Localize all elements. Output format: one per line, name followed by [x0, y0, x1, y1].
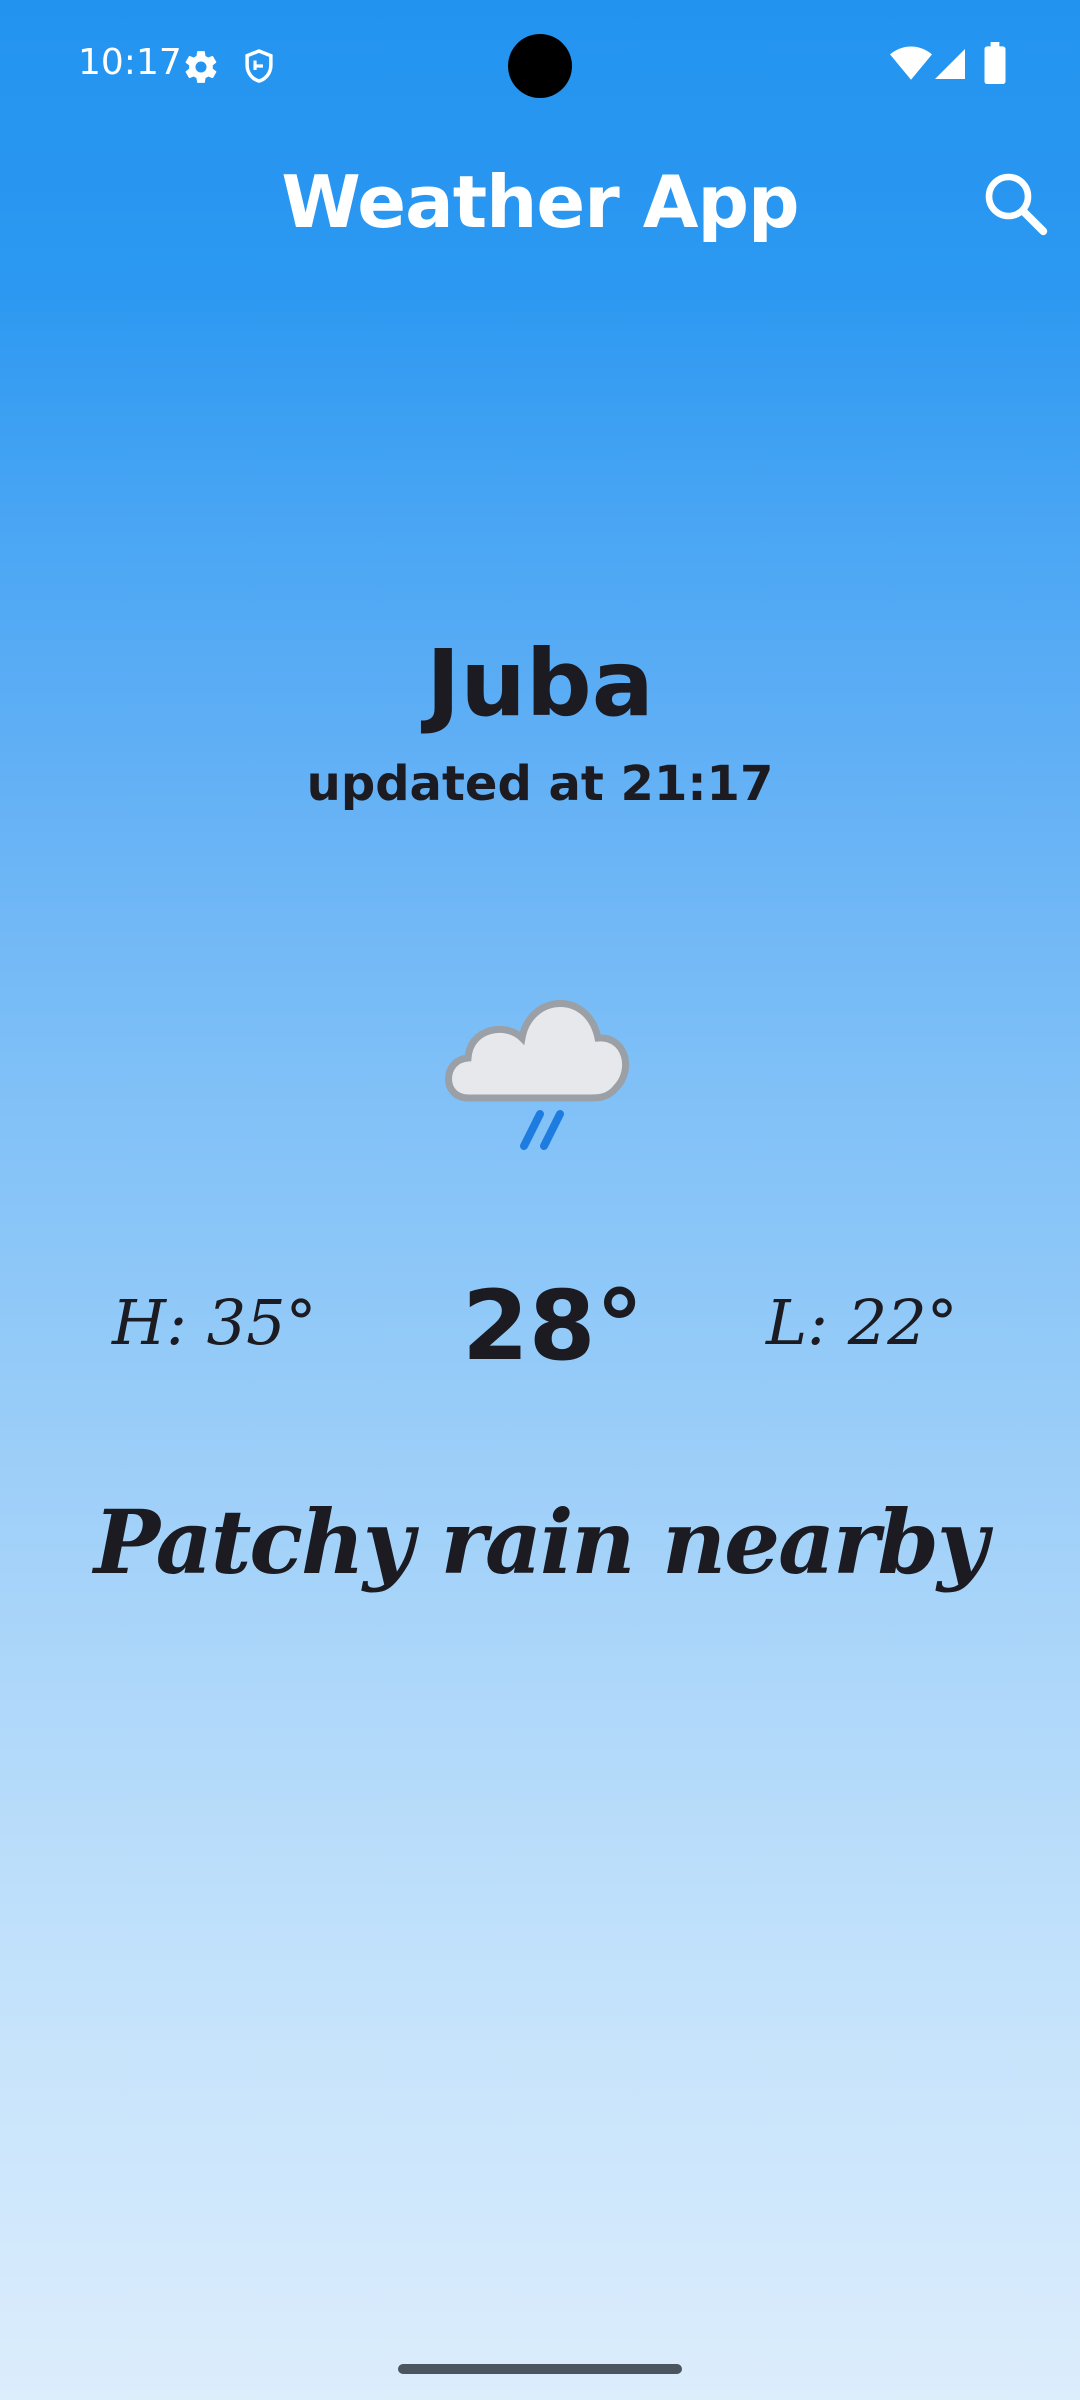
signal-icon	[935, 49, 965, 79]
search-button[interactable]	[980, 168, 1052, 240]
status-bar: 10:17	[0, 0, 1080, 132]
weather-condition: Patchy rain nearby	[93, 1490, 988, 1594]
status-time: 10:17	[78, 42, 182, 83]
temperature-row: H: 35° 28° L: 22°	[0, 1270, 1080, 1390]
current-temperature: 28°	[462, 1270, 644, 1382]
moon-cloud-rain-icon	[445, 926, 630, 1150]
low-temperature: L: 22°	[766, 1286, 958, 1359]
wifi-icon	[890, 46, 932, 80]
battery-icon	[984, 42, 1006, 84]
city-name: Juba	[426, 630, 654, 737]
updated-time: updated at 21:17	[306, 756, 774, 812]
high-temperature: H: 35°	[112, 1286, 317, 1359]
shield-icon	[245, 49, 273, 83]
front-camera	[508, 34, 572, 98]
home-indicator[interactable]	[398, 2364, 682, 2374]
gear-icon	[185, 51, 217, 83]
app-title: Weather App	[281, 160, 799, 244]
search-icon	[985, 173, 1048, 236]
